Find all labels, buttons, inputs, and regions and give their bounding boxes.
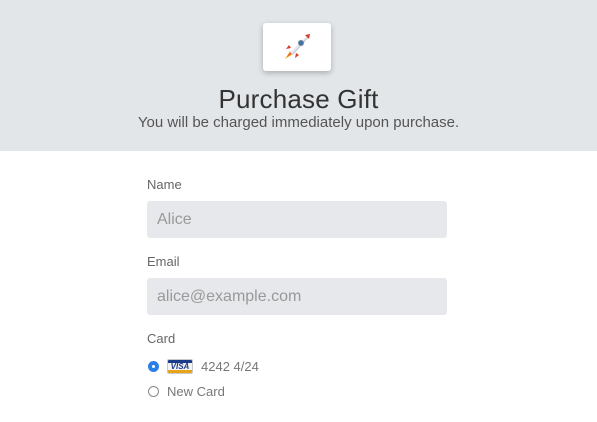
- card-group: Card VISA 4242 4/24 New Card: [147, 331, 447, 401]
- header: Purchase Gift You will be charged immedi…: [0, 0, 597, 151]
- rocket-icon: [279, 29, 315, 65]
- email-label: Email: [147, 254, 180, 269]
- logo-tile: [263, 23, 331, 71]
- visa-card-icon: VISA: [167, 358, 193, 374]
- new-card-radio[interactable]: [148, 385, 159, 397]
- name-input[interactable]: [147, 201, 447, 238]
- page-subtitle: You will be charged immediately upon pur…: [137, 114, 460, 131]
- new-card-text: New Card: [167, 383, 225, 399]
- page-title: Purchase Gift: [218, 84, 379, 114]
- name-group: Name: [147, 177, 447, 238]
- purchase-form: Name Email Card VISA 4242 4/24 New Card: [147, 177, 447, 401]
- email-input[interactable]: [147, 278, 447, 315]
- saved-card-text: 4242 4/24: [201, 358, 259, 374]
- saved-card-option[interactable]: VISA 4242 4/24: [147, 356, 447, 376]
- new-card-option[interactable]: New Card: [147, 381, 447, 401]
- card-label: Card: [147, 331, 176, 346]
- name-label: Name: [147, 177, 182, 192]
- saved-card-radio[interactable]: [148, 360, 159, 372]
- email-group: Email: [147, 254, 447, 315]
